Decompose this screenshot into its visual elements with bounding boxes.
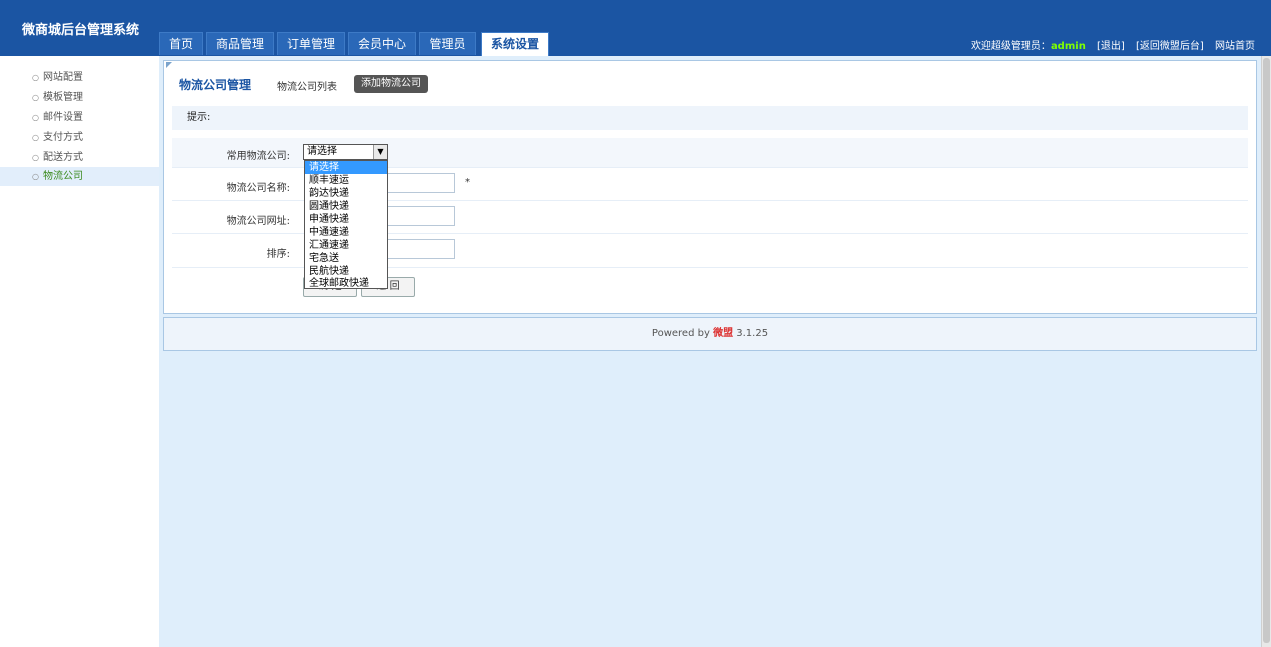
tab-home[interactable]: 首页: [159, 32, 203, 55]
sidebar-item-label: 支付方式: [43, 132, 83, 143]
app-title: 微商城后台管理系统: [22, 23, 140, 38]
tab-products[interactable]: 商品管理: [206, 32, 274, 55]
sidebar-item-label: 邮件设置: [43, 112, 83, 123]
dropdown-option[interactable]: 韵达快递: [305, 187, 387, 200]
tip-label: 提示:: [187, 112, 211, 123]
brand-logo[interactable]: 微盟: [713, 328, 733, 339]
bullet-icon: ○: [32, 73, 39, 82]
sidebar-item-logistics[interactable]: ○ 物流公司: [0, 167, 159, 186]
tip-bar: 提示:: [172, 106, 1248, 130]
username: admin: [1050, 41, 1086, 52]
sidebar-item-label: 网站配置: [43, 72, 83, 83]
scrollbar-thumb[interactable]: [1263, 58, 1270, 643]
dropdown-option[interactable]: 申通快递: [305, 213, 387, 226]
sidebar-item-label: 模板管理: [43, 92, 83, 103]
welcome-text: 欢迎超级管理员：: [970, 41, 1051, 52]
company-name-label: 物流公司名称:: [226, 183, 290, 194]
back-to-weimob-link[interactable]: [返回微盟后台]: [1136, 41, 1204, 52]
bullet-icon: ○: [32, 113, 39, 122]
dropdown-option[interactable]: 圆通快递: [305, 200, 387, 213]
company-url-input[interactable]: [382, 206, 455, 226]
bullet-icon: ○: [32, 153, 39, 162]
dropdown-option[interactable]: 全球邮政快递: [305, 277, 387, 290]
sidebar-item-mail[interactable]: ○ 邮件设置: [0, 108, 159, 127]
page-title: 物流公司管理: [179, 78, 252, 92]
tab-orders[interactable]: 订单管理: [277, 32, 345, 55]
required-mark: *: [465, 177, 470, 188]
footer: Powered by 微盟 3.1.25: [163, 317, 1257, 351]
corner-icon: [166, 62, 172, 68]
chevron-down-icon[interactable]: ▼: [373, 145, 387, 159]
logistics-list-link[interactable]: 物流公司列表: [277, 78, 337, 93]
sidebar-item-site-config[interactable]: ○ 网站配置: [0, 68, 159, 87]
dropdown-option[interactable]: 中通速递: [305, 226, 387, 239]
user-bar: 欢迎超级管理员：admin [退出] [返回微盟后台] 网站首页: [971, 37, 1255, 52]
tab-admins[interactable]: 管理员: [419, 32, 476, 55]
common-company-label: 常用物流公司:: [226, 151, 290, 162]
bullet-icon: ○: [32, 172, 39, 181]
top-header: 微商城后台管理系统 首页 商品管理 订单管理 会员中心 管理员 系统设置 欢迎超…: [0, 0, 1271, 56]
sidebar: ○ 网站配置 ○ 模板管理 ○ 邮件设置 ○ 支付方式 ○ 配送方式 ○ 物流公…: [0, 56, 159, 647]
sidebar-item-delivery[interactable]: ○ 配送方式: [0, 148, 159, 167]
dropdown-option[interactable]: 汇通速递: [305, 239, 387, 252]
sidebar-item-label: 配送方式: [43, 152, 83, 163]
common-company-select[interactable]: 请选择 ▼: [303, 144, 388, 160]
bullet-icon: ○: [32, 133, 39, 142]
select-value: 请选择: [307, 146, 337, 157]
vertical-scrollbar[interactable]: [1261, 56, 1271, 647]
dropdown-option[interactable]: 请选择: [305, 161, 387, 174]
dropdown-option[interactable]: 顺丰速运: [305, 174, 387, 187]
add-logistics-button[interactable]: 添加物流公司: [354, 75, 428, 93]
dropdown-option[interactable]: 宅急送: [305, 252, 387, 265]
company-url-label: 物流公司网址:: [226, 216, 290, 227]
site-home-link[interactable]: 网站首页: [1215, 41, 1255, 52]
powered-by-text: Powered by: [651, 328, 710, 339]
tab-members[interactable]: 会员中心: [348, 32, 416, 55]
sort-label: 排序:: [266, 249, 290, 260]
tab-system-settings[interactable]: 系统设置: [481, 32, 549, 56]
sort-input[interactable]: [382, 239, 455, 259]
company-dropdown-list: 请选择 顺丰速运 韵达快递 圆通快递 申通快递 中通速递 汇通速递 宅急送 民航…: [304, 160, 388, 289]
logout-link[interactable]: [退出]: [1097, 41, 1125, 52]
sidebar-item-templates[interactable]: ○ 模板管理: [0, 88, 159, 107]
bullet-icon: ○: [32, 93, 39, 102]
company-name-input[interactable]: [382, 173, 455, 193]
version-text: 3.1.25: [736, 328, 769, 339]
sidebar-item-payment[interactable]: ○ 支付方式: [0, 128, 159, 147]
sidebar-item-label: 物流公司: [43, 171, 83, 182]
